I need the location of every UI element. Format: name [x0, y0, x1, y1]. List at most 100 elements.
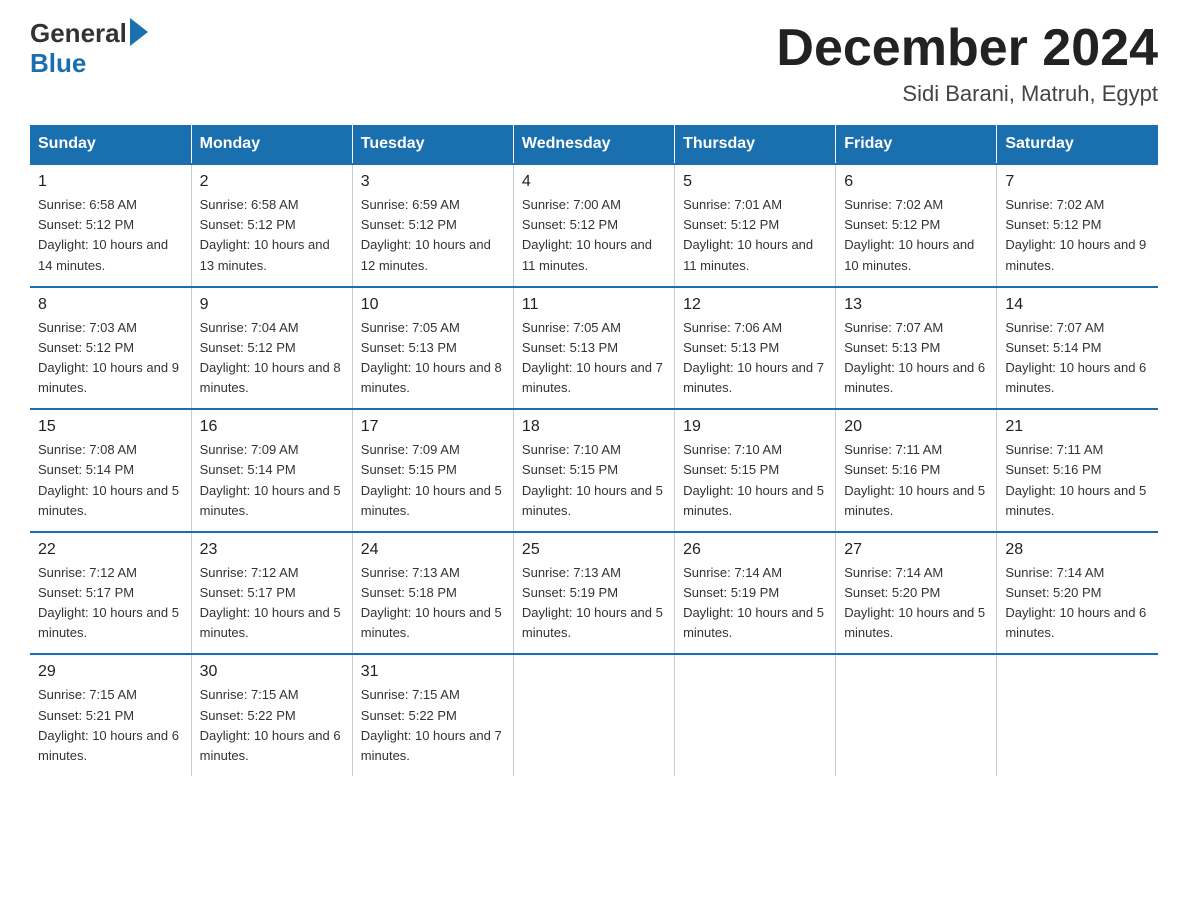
calendar-day-cell: [836, 654, 997, 776]
day-info: Sunrise: 7:13 AM Sunset: 5:19 PM Dayligh…: [522, 563, 666, 644]
day-info: Sunrise: 7:00 AM Sunset: 5:12 PM Dayligh…: [522, 195, 666, 276]
day-number: 31: [361, 663, 505, 681]
day-info: Sunrise: 7:04 AM Sunset: 5:12 PM Dayligh…: [200, 318, 344, 399]
calendar-day-cell: 30 Sunrise: 7:15 AM Sunset: 5:22 PM Dayl…: [191, 654, 352, 776]
day-number: 21: [1005, 418, 1150, 436]
day-number: 2: [200, 173, 344, 191]
calendar-day-cell: 12 Sunrise: 7:06 AM Sunset: 5:13 PM Dayl…: [675, 287, 836, 410]
day-info: Sunrise: 7:14 AM Sunset: 5:19 PM Dayligh…: [683, 563, 827, 644]
calendar-day-cell: 18 Sunrise: 7:10 AM Sunset: 5:15 PM Dayl…: [513, 409, 674, 532]
day-number: 16: [200, 418, 344, 436]
header-friday: Friday: [836, 125, 997, 164]
day-number: 19: [683, 418, 827, 436]
logo-arrow-icon: [130, 18, 148, 46]
header-row: Sunday Monday Tuesday Wednesday Thursday…: [30, 125, 1158, 164]
day-info: Sunrise: 7:07 AM Sunset: 5:14 PM Dayligh…: [1005, 318, 1150, 399]
day-number: 5: [683, 173, 827, 191]
day-number: 7: [1005, 173, 1150, 191]
day-info: Sunrise: 7:12 AM Sunset: 5:17 PM Dayligh…: [200, 563, 344, 644]
calendar-day-cell: 10 Sunrise: 7:05 AM Sunset: 5:13 PM Dayl…: [352, 287, 513, 410]
calendar-day-cell: 2 Sunrise: 6:58 AM Sunset: 5:12 PM Dayli…: [191, 164, 352, 287]
day-number: 12: [683, 296, 827, 314]
page-header: General Blue December 2024 Sidi Barani, …: [30, 20, 1158, 107]
header-saturday: Saturday: [997, 125, 1158, 164]
calendar-day-cell: 17 Sunrise: 7:09 AM Sunset: 5:15 PM Dayl…: [352, 409, 513, 532]
day-info: Sunrise: 7:02 AM Sunset: 5:12 PM Dayligh…: [1005, 195, 1150, 276]
day-number: 6: [844, 173, 988, 191]
day-number: 14: [1005, 296, 1150, 314]
logo: General Blue: [30, 20, 148, 79]
calendar-day-cell: 16 Sunrise: 7:09 AM Sunset: 5:14 PM Dayl…: [191, 409, 352, 532]
day-number: 26: [683, 541, 827, 559]
day-info: Sunrise: 7:15 AM Sunset: 5:21 PM Dayligh…: [38, 685, 183, 766]
calendar-week-row: 1 Sunrise: 6:58 AM Sunset: 5:12 PM Dayli…: [30, 164, 1158, 287]
day-info: Sunrise: 6:58 AM Sunset: 5:12 PM Dayligh…: [200, 195, 344, 276]
day-info: Sunrise: 7:07 AM Sunset: 5:13 PM Dayligh…: [844, 318, 988, 399]
day-number: 27: [844, 541, 988, 559]
day-info: Sunrise: 7:02 AM Sunset: 5:12 PM Dayligh…: [844, 195, 988, 276]
day-number: 18: [522, 418, 666, 436]
calendar-day-cell: 22 Sunrise: 7:12 AM Sunset: 5:17 PM Dayl…: [30, 532, 191, 655]
day-number: 1: [38, 173, 183, 191]
calendar-day-cell: 27 Sunrise: 7:14 AM Sunset: 5:20 PM Dayl…: [836, 532, 997, 655]
calendar-week-row: 15 Sunrise: 7:08 AM Sunset: 5:14 PM Dayl…: [30, 409, 1158, 532]
day-number: 4: [522, 173, 666, 191]
calendar-day-cell: 24 Sunrise: 7:13 AM Sunset: 5:18 PM Dayl…: [352, 532, 513, 655]
calendar-day-cell: 29 Sunrise: 7:15 AM Sunset: 5:21 PM Dayl…: [30, 654, 191, 776]
calendar-day-cell: 19 Sunrise: 7:10 AM Sunset: 5:15 PM Dayl…: [675, 409, 836, 532]
calendar-day-cell: 9 Sunrise: 7:04 AM Sunset: 5:12 PM Dayli…: [191, 287, 352, 410]
calendar-day-cell: 14 Sunrise: 7:07 AM Sunset: 5:14 PM Dayl…: [997, 287, 1158, 410]
day-number: 25: [522, 541, 666, 559]
day-info: Sunrise: 7:14 AM Sunset: 5:20 PM Dayligh…: [1005, 563, 1150, 644]
day-info: Sunrise: 7:06 AM Sunset: 5:13 PM Dayligh…: [683, 318, 827, 399]
calendar-week-row: 29 Sunrise: 7:15 AM Sunset: 5:21 PM Dayl…: [30, 654, 1158, 776]
day-number: 23: [200, 541, 344, 559]
logo-blue-text: Blue: [30, 48, 86, 79]
header-monday: Monday: [191, 125, 352, 164]
calendar-day-cell: 25 Sunrise: 7:13 AM Sunset: 5:19 PM Dayl…: [513, 532, 674, 655]
day-info: Sunrise: 7:14 AM Sunset: 5:20 PM Dayligh…: [844, 563, 988, 644]
calendar-week-row: 8 Sunrise: 7:03 AM Sunset: 5:12 PM Dayli…: [30, 287, 1158, 410]
day-info: Sunrise: 7:08 AM Sunset: 5:14 PM Dayligh…: [38, 440, 183, 521]
calendar-day-cell: [997, 654, 1158, 776]
calendar-day-cell: 28 Sunrise: 7:14 AM Sunset: 5:20 PM Dayl…: [997, 532, 1158, 655]
day-number: 17: [361, 418, 505, 436]
day-info: Sunrise: 7:13 AM Sunset: 5:18 PM Dayligh…: [361, 563, 505, 644]
calendar-title: December 2024: [776, 20, 1158, 77]
day-info: Sunrise: 7:05 AM Sunset: 5:13 PM Dayligh…: [361, 318, 505, 399]
calendar-body: 1 Sunrise: 6:58 AM Sunset: 5:12 PM Dayli…: [30, 164, 1158, 776]
day-number: 24: [361, 541, 505, 559]
calendar-day-cell: 20 Sunrise: 7:11 AM Sunset: 5:16 PM Dayl…: [836, 409, 997, 532]
calendar-day-cell: 5 Sunrise: 7:01 AM Sunset: 5:12 PM Dayli…: [675, 164, 836, 287]
calendar-day-cell: 4 Sunrise: 7:00 AM Sunset: 5:12 PM Dayli…: [513, 164, 674, 287]
day-info: Sunrise: 6:58 AM Sunset: 5:12 PM Dayligh…: [38, 195, 183, 276]
day-info: Sunrise: 7:11 AM Sunset: 5:16 PM Dayligh…: [1005, 440, 1150, 521]
calendar-day-cell: 11 Sunrise: 7:05 AM Sunset: 5:13 PM Dayl…: [513, 287, 674, 410]
calendar-table: Sunday Monday Tuesday Wednesday Thursday…: [30, 125, 1158, 776]
calendar-day-cell: 13 Sunrise: 7:07 AM Sunset: 5:13 PM Dayl…: [836, 287, 997, 410]
day-info: Sunrise: 7:01 AM Sunset: 5:12 PM Dayligh…: [683, 195, 827, 276]
day-info: Sunrise: 7:15 AM Sunset: 5:22 PM Dayligh…: [361, 685, 505, 766]
calendar-day-cell: 3 Sunrise: 6:59 AM Sunset: 5:12 PM Dayli…: [352, 164, 513, 287]
day-info: Sunrise: 7:12 AM Sunset: 5:17 PM Dayligh…: [38, 563, 183, 644]
calendar-day-cell: 1 Sunrise: 6:58 AM Sunset: 5:12 PM Dayli…: [30, 164, 191, 287]
header-sunday: Sunday: [30, 125, 191, 164]
day-info: Sunrise: 7:09 AM Sunset: 5:14 PM Dayligh…: [200, 440, 344, 521]
day-number: 22: [38, 541, 183, 559]
logo-general-text: General: [30, 20, 127, 46]
calendar-day-cell: [513, 654, 674, 776]
header-tuesday: Tuesday: [352, 125, 513, 164]
day-number: 8: [38, 296, 183, 314]
day-info: Sunrise: 7:09 AM Sunset: 5:15 PM Dayligh…: [361, 440, 505, 521]
calendar-day-cell: 15 Sunrise: 7:08 AM Sunset: 5:14 PM Dayl…: [30, 409, 191, 532]
day-number: 29: [38, 663, 183, 681]
day-info: Sunrise: 7:10 AM Sunset: 5:15 PM Dayligh…: [522, 440, 666, 521]
day-info: Sunrise: 7:15 AM Sunset: 5:22 PM Dayligh…: [200, 685, 344, 766]
calendar-week-row: 22 Sunrise: 7:12 AM Sunset: 5:17 PM Dayl…: [30, 532, 1158, 655]
day-number: 10: [361, 296, 505, 314]
day-number: 30: [200, 663, 344, 681]
header-thursday: Thursday: [675, 125, 836, 164]
day-number: 13: [844, 296, 988, 314]
day-info: Sunrise: 6:59 AM Sunset: 5:12 PM Dayligh…: [361, 195, 505, 276]
day-number: 20: [844, 418, 988, 436]
